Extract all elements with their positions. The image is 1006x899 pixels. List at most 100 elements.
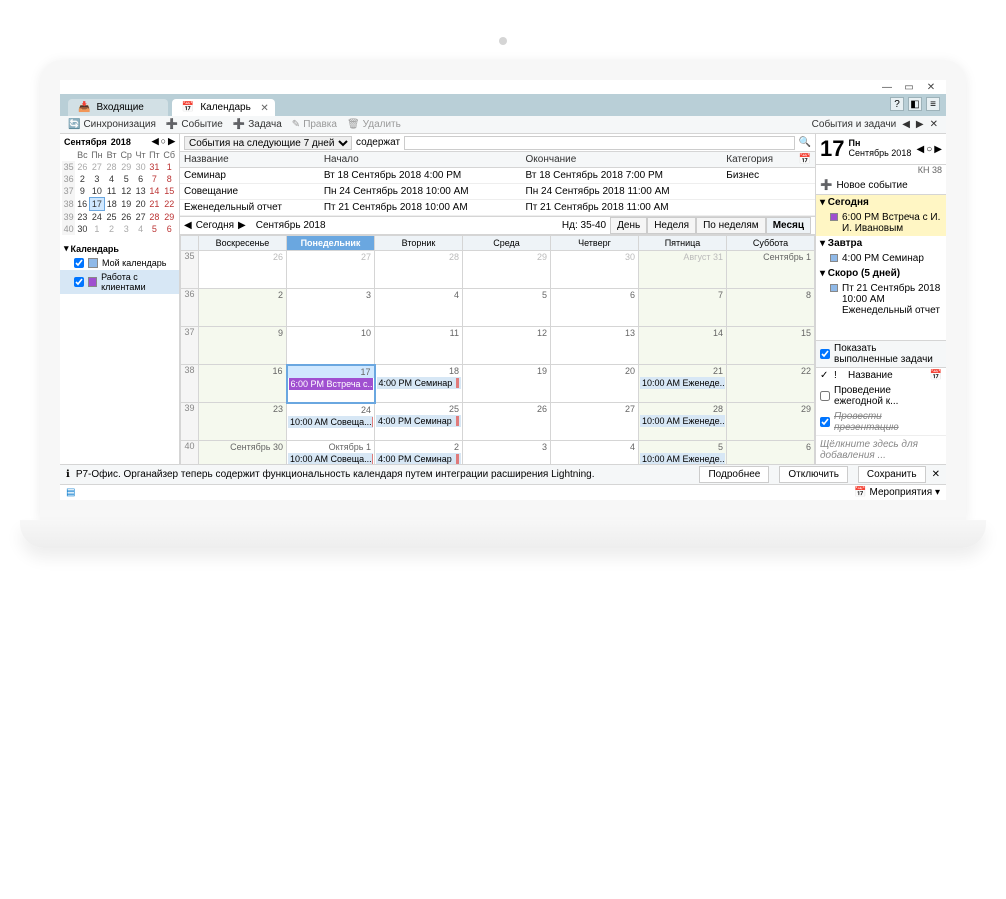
calendar-cell[interactable]: 2 (199, 289, 287, 327)
calendar-event[interactable]: 4:00 PM Семинар (376, 453, 461, 464)
calendar-cell[interactable]: 10 (287, 327, 375, 365)
disable-button[interactable]: Отключить (779, 466, 848, 483)
calendar-cell[interactable]: Сентябрь 1 (727, 251, 815, 289)
agenda-group[interactable]: ▾ Скоро (5 дней) (816, 266, 946, 281)
calendar-cell[interactable]: 3 (463, 441, 551, 465)
table-row[interactable]: СовещаниеПн 24 Сентябрь 2018 10:00 AMПн … (180, 184, 815, 200)
calendar-cell[interactable]: 27 (551, 403, 639, 441)
calendar-cell[interactable]: 29 (727, 403, 815, 441)
col-menu-icon[interactable]: 📅 (795, 152, 815, 168)
calendar-cell[interactable]: 26 (199, 251, 287, 289)
calendar-cell[interactable]: Октябрь 110:00 AM Совеща... (287, 441, 375, 465)
next-icon[interactable]: ▶ (916, 119, 924, 130)
search-icon[interactable]: 🔍 (799, 137, 811, 148)
calendar-cell[interactable]: 15 (727, 327, 815, 365)
calendar-cell[interactable]: 14 (639, 327, 727, 365)
agenda-group[interactable]: ▾ Завтра (816, 236, 946, 251)
view-tab[interactable]: Месяц (766, 217, 811, 234)
calendar-cell[interactable]: 510:00 AM Еженеде... (639, 441, 727, 465)
calendar-cell[interactable]: 6 (727, 441, 815, 465)
calendar-cell[interactable]: 20 (551, 365, 639, 403)
calendar-cell[interactable]: 5 (463, 289, 551, 327)
calendar-cell[interactable]: 8 (727, 289, 815, 327)
calendar-cell[interactable]: 28 (375, 251, 463, 289)
calendar-cell[interactable]: 254:00 PM Семинар (375, 403, 463, 441)
calendar-cell[interactable]: 2110:00 AM Еженеде... (639, 365, 727, 403)
view-tab[interactable]: По неделям (696, 217, 766, 234)
calendar-cell[interactable]: 22 (727, 365, 815, 403)
minical-next[interactable]: ▶ (168, 136, 175, 147)
calendar-cell[interactable]: 27 (287, 251, 375, 289)
nav-prev[interactable]: ◀ (184, 220, 192, 231)
new-event-link[interactable]: ➕ Новое событие (816, 177, 946, 195)
minimize-button[interactable]: — (880, 82, 894, 94)
calendar-cell[interactable]: 19 (463, 365, 551, 403)
close-sidebar-icon[interactable]: ✕ (930, 119, 938, 130)
table-row[interactable]: СеминарВт 18 Сентябрь 2018 4:00 PMВт 18 … (180, 168, 815, 184)
table-header[interactable]: Категория (722, 152, 794, 168)
calendar-event[interactable]: 10:00 AM Еженеде... (640, 415, 725, 427)
calendar-cell[interactable]: 6 (551, 289, 639, 327)
new-event-button[interactable]: ➕ Событие (166, 119, 223, 130)
calendar-cell[interactable]: 176:00 PM Встреча с... (287, 365, 375, 403)
nav-today[interactable]: Сегодня (196, 220, 234, 231)
delete-button[interactable]: 🗑 Удалить (347, 119, 401, 130)
calendar-event[interactable]: 4:00 PM Семинар (377, 377, 462, 389)
close-icon[interactable]: ✕ (260, 103, 268, 114)
save-button[interactable]: Сохранить (858, 466, 926, 483)
calendar-cell[interactable]: 11 (375, 327, 463, 365)
agenda-item[interactable]: 6:00 PM Встреча с И. И. Ивановым (816, 210, 946, 236)
calendar-cell[interactable]: 12 (463, 327, 551, 365)
close-notif-icon[interactable]: ✕ (932, 469, 940, 480)
calendar-cell[interactable]: 9 (199, 327, 287, 365)
calendar-event[interactable]: 10:00 AM Еженеде... (640, 453, 725, 464)
table-row[interactable]: Еженедельный отчетПт 21 Сентябрь 2018 10… (180, 200, 815, 216)
calendar-event[interactable]: 4:00 PM Семинар (376, 415, 461, 427)
rp-today[interactable]: ○ (926, 144, 932, 155)
rp-next[interactable]: ▶ (934, 144, 942, 155)
calendar-cell[interactable]: Сентябрь 30 (199, 441, 287, 465)
calendar-cell[interactable]: 26 (463, 403, 551, 441)
calendars-header[interactable]: ▾ Календарь (60, 241, 179, 256)
nav-next[interactable]: ▶ (238, 220, 246, 231)
minical-prev[interactable]: ◀ (152, 136, 159, 147)
calendar-cell[interactable]: 30 (551, 251, 639, 289)
calendar-cell[interactable]: 2410:00 AM Совеща... (287, 403, 375, 441)
calendar-cell[interactable]: 2810:00 AM Еженеде... (639, 403, 727, 441)
tab-inbox[interactable]: 📥Входящие (68, 99, 168, 116)
box2-icon[interactable]: ◧ (908, 97, 922, 111)
calendar-cell[interactable]: 16 (199, 365, 287, 403)
close-button[interactable]: ✕ (924, 82, 938, 94)
maximize-button[interactable]: ▭ (902, 82, 916, 94)
task-row[interactable]: Провести презентацию (816, 409, 946, 435)
sync-button[interactable]: 🔄 Синхронизация (68, 119, 156, 130)
minical-today-dot[interactable]: ○ (161, 136, 166, 147)
calendar-event[interactable]: 10:00 AM Совеща... (288, 453, 373, 464)
calendar-item[interactable]: Работа с клиентами (60, 270, 179, 294)
menu-icon[interactable]: ≡ (926, 97, 940, 111)
events-dropdown[interactable]: 📅 Мероприятия ▾ (854, 487, 940, 498)
agenda-group[interactable]: ▾ Сегодня (816, 195, 946, 210)
view-tab[interactable]: День (610, 217, 647, 234)
add-task[interactable]: Щёлкните здесь для добавления ... (816, 435, 946, 464)
calendar-cell[interactable]: 23 (199, 403, 287, 441)
prev-icon[interactable]: ◀ (902, 119, 910, 130)
table-header[interactable]: Начало (320, 152, 522, 168)
calendar-cell[interactable]: 7 (639, 289, 727, 327)
table-header[interactable]: Окончание (522, 152, 723, 168)
edit-button[interactable]: ✎ Правка (292, 119, 337, 130)
calendar-event[interactable]: 10:00 AM Совеща... (288, 416, 373, 428)
tab-calendar[interactable]: 📅Календарь✕ (172, 99, 275, 116)
new-task-button[interactable]: ➕ Задача (233, 119, 282, 130)
calendar-cell[interactable]: 184:00 PM Семинар (375, 365, 463, 403)
show-done-checkbox[interactable] (820, 349, 830, 359)
more-button[interactable]: Подробнее (699, 466, 769, 483)
calendar-item[interactable]: Мой календарь (60, 256, 179, 270)
calendar-event[interactable]: 10:00 AM Еженеде... (640, 377, 725, 389)
calendar-event[interactable]: 6:00 PM Встреча с... (289, 378, 373, 390)
calendar-cell[interactable]: 24:00 PM Семинар (375, 441, 463, 465)
task-row[interactable]: Проведение ежегодной к... (816, 383, 946, 409)
view-tab[interactable]: Неделя (647, 217, 696, 234)
calendar-cell[interactable]: 4 (551, 441, 639, 465)
box1-icon[interactable]: ? (890, 97, 904, 111)
